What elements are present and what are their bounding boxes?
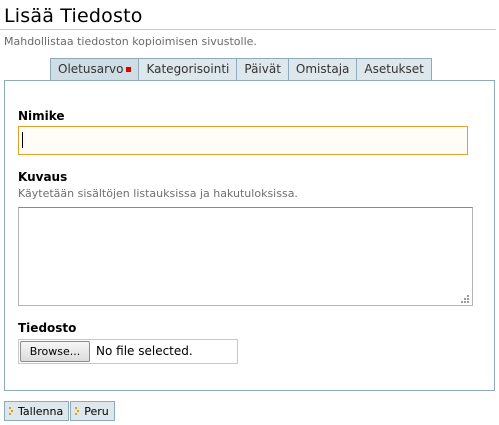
- tab-label: Omistaja: [295, 62, 350, 76]
- file-input[interactable]: Browse... No file selected.: [18, 339, 238, 364]
- required-marker-icon: [126, 67, 132, 72]
- tab-label: Oletusarvo: [58, 62, 124, 76]
- file-status: No file selected.: [96, 344, 193, 358]
- title-input[interactable]: [18, 126, 468, 155]
- page-title: Lisää Tiedosto: [4, 5, 143, 27]
- tab-label: Kategorisointi: [146, 62, 230, 76]
- tab-label: Asetukset: [364, 62, 424, 76]
- tab-asetukset[interactable]: Asetukset: [357, 59, 431, 80]
- tab-label: Päivät: [244, 62, 281, 76]
- form-actions: Tallenna Peru: [4, 401, 116, 421]
- file-label: Tiedosto: [18, 321, 77, 335]
- page-description: Mahdollistaa tiedoston kopioimisen sivus…: [4, 35, 257, 48]
- description-help: Käytetään sisältöjen listauksissa ja hak…: [18, 187, 298, 200]
- tab-paivat[interactable]: Päivät: [237, 59, 289, 80]
- cancel-button[interactable]: Peru: [70, 401, 115, 421]
- description-textarea[interactable]: [18, 207, 473, 306]
- cancel-button-label: Peru: [84, 404, 109, 418]
- tab-oletusarvo[interactable]: Oletusarvo: [51, 59, 140, 80]
- title-divider: [0, 29, 496, 30]
- description-label: Kuvaus: [18, 170, 68, 184]
- add-file-page: Lisää Tiedosto Mahdollistaa tiedoston ko…: [0, 0, 499, 425]
- tab-omistaja[interactable]: Omistaja: [288, 59, 358, 80]
- save-button[interactable]: Tallenna: [4, 401, 70, 421]
- form-panel: Nimike Kuvaus Käytetään sisältöjen lista…: [4, 80, 495, 391]
- tab-kategorisointi[interactable]: Kategorisointi: [139, 59, 238, 80]
- resize-grip-icon[interactable]: [459, 293, 470, 304]
- title-label: Nimike: [18, 109, 65, 123]
- text-cursor: [22, 132, 23, 148]
- arrow-right-icon: [9, 407, 13, 415]
- save-button-label: Tallenna: [18, 404, 64, 418]
- edit-tabs: Oletusarvo Kategorisointi Päivät Omistaj…: [50, 58, 432, 80]
- browse-button[interactable]: Browse...: [20, 341, 90, 362]
- arrow-right-icon: [75, 407, 80, 415]
